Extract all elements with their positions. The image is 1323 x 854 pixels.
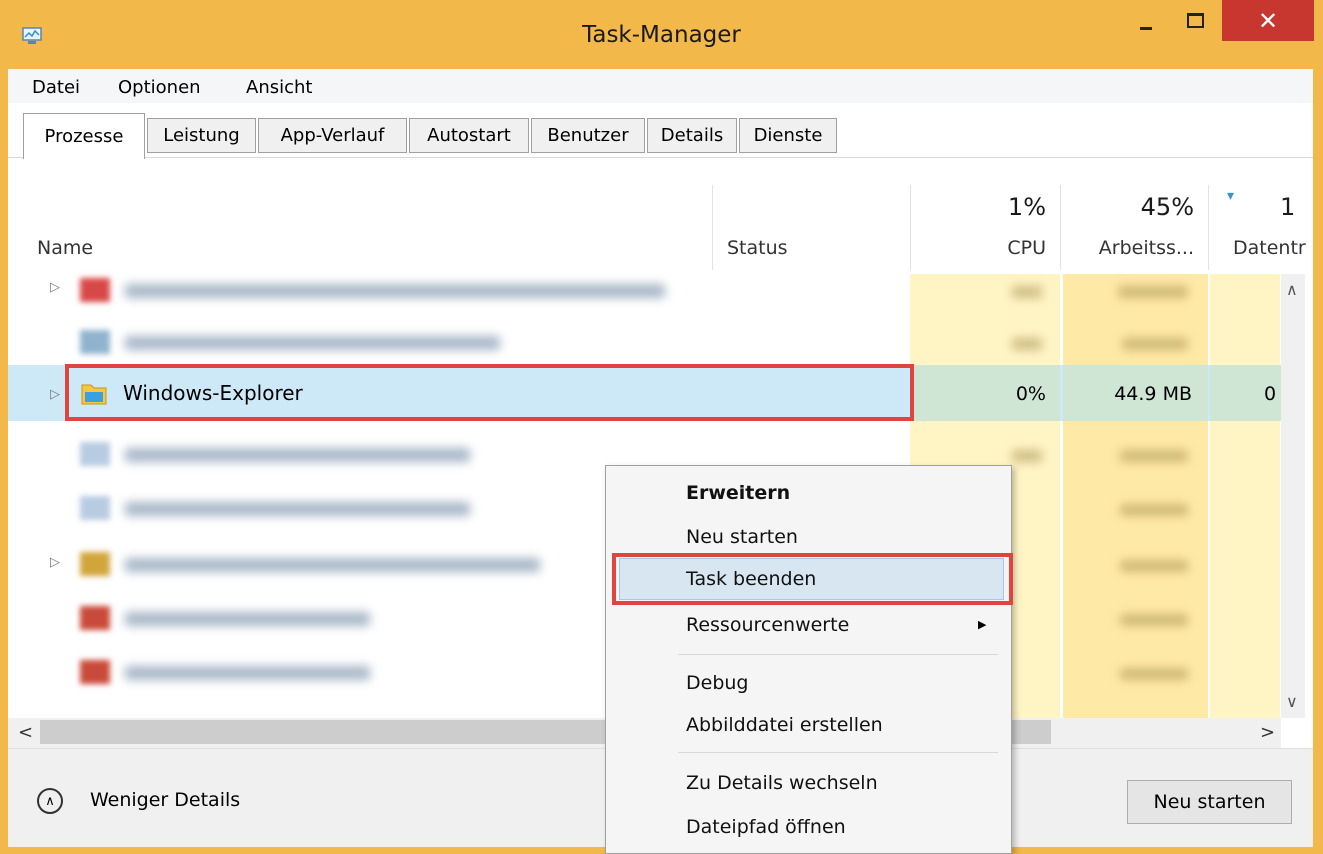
tab-autostart[interactable]: Autostart <box>409 118 529 153</box>
highlight-box <box>65 364 914 421</box>
memory-redacted <box>1120 504 1188 516</box>
process-name-redacted <box>125 558 540 572</box>
memory-redacted <box>1120 560 1188 572</box>
cpu-redacted <box>1012 338 1042 350</box>
collapse-up-icon[interactable]: ∧ <box>37 788 63 814</box>
expand-arrow-icon[interactable]: ▷ <box>50 387 60 402</box>
process-icon <box>80 278 110 302</box>
scroll-right-icon[interactable]: > <box>1260 722 1275 743</box>
menu-bar: Datei Optionen Ansicht <box>8 69 1313 103</box>
tab-app-verlauf[interactable]: App-Verlauf <box>258 118 407 153</box>
minimize-button[interactable] <box>1123 0 1169 41</box>
expand-arrow-icon[interactable]: ▷ <box>50 555 60 570</box>
menu-item-ressourcenwerte[interactable]: Ressourcenwerte <box>686 614 849 636</box>
cpu-total-percent: 1% <box>1007 193 1046 221</box>
process-memory: 44.9 MB <box>1114 383 1192 405</box>
tab-benutzer[interactable]: Benutzer <box>531 118 645 153</box>
scroll-left-icon[interactable]: < <box>18 722 33 743</box>
process-icon <box>80 660 110 684</box>
context-menu: Erweitern Neu starten Task beenden Resso… <box>605 465 1012 854</box>
menu-datei[interactable]: Datei <box>32 77 80 98</box>
menu-item-debug[interactable]: Debug <box>686 672 748 694</box>
menu-item-dateipfad-oeffnen[interactable]: Dateipfad öffnen <box>686 816 846 838</box>
process-icon <box>80 606 110 630</box>
maximize-button[interactable] <box>1172 0 1218 41</box>
tab-dienste[interactable]: Dienste <box>739 118 837 153</box>
close-button[interactable]: ✕ <box>1222 0 1314 41</box>
menu-item-neu-starten[interactable]: Neu starten <box>686 526 798 548</box>
column-header-memory[interactable]: Arbeitss... <box>1090 237 1194 259</box>
column-separator <box>910 185 911 270</box>
menu-item-zu-details-wechseln[interactable]: Zu Details wechseln <box>686 772 878 794</box>
close-icon: ✕ <box>1257 6 1279 35</box>
vertical-scrollbar[interactable] <box>1281 274 1305 718</box>
tab-bar: Prozesse Leistung App-Verlauf Autostart … <box>8 103 1313 159</box>
process-name-redacted <box>125 612 370 626</box>
menu-item-abbilddatei-erstellen[interactable]: Abbilddatei erstellen <box>686 714 883 736</box>
column-separator <box>1208 185 1209 270</box>
memory-total-percent: 45% <box>1140 193 1194 221</box>
cpu-redacted <box>1012 450 1042 462</box>
tab-details[interactable]: Details <box>647 118 737 153</box>
process-name-redacted <box>125 502 470 516</box>
menu-separator <box>678 654 998 655</box>
process-icon <box>80 330 110 354</box>
expand-arrow-icon[interactable]: ▷ <box>50 280 60 295</box>
memory-redacted <box>1120 614 1188 626</box>
process-name-redacted <box>125 666 370 680</box>
scroll-up-icon[interactable]: ∧ <box>1286 280 1298 299</box>
task-manager-window: Task-Manager ✕ Datei Optionen Ansicht Pr… <box>0 0 1323 854</box>
tab-leistung[interactable]: Leistung <box>147 118 256 153</box>
column-header-name[interactable]: Name <box>37 237 93 259</box>
column-header-cpu[interactable]: CPU <box>960 237 1046 259</box>
menu-item-erweitern[interactable]: Erweitern <box>686 482 790 504</box>
menu-optionen[interactable]: Optionen <box>118 77 201 98</box>
title-bar[interactable]: Task-Manager ✕ <box>0 0 1323 69</box>
column-separator <box>712 185 713 270</box>
fewer-details-link[interactable]: Weniger Details <box>90 789 240 811</box>
process-icon <box>80 496 110 520</box>
disk-total-percent: 1 <box>1280 193 1296 221</box>
submenu-arrow-icon: ▶ <box>978 618 987 631</box>
memory-redacted <box>1120 450 1188 462</box>
tab-prozesse[interactable]: Prozesse <box>23 113 145 159</box>
column-header-status[interactable]: Status <box>727 237 788 259</box>
sort-arrow-icon: ▾ <box>1227 188 1235 204</box>
restart-button[interactable]: Neu starten <box>1127 780 1292 824</box>
maximize-icon <box>1186 13 1204 28</box>
process-name-redacted <box>125 336 500 350</box>
column-header-disk[interactable]: Datentr <box>1233 237 1313 259</box>
cpu-redacted <box>1012 286 1042 298</box>
menu-ansicht[interactable]: Ansicht <box>246 77 312 98</box>
process-icon <box>80 552 110 576</box>
disk-column-heat <box>1210 274 1280 719</box>
process-disk: 0 <box>1264 383 1277 405</box>
process-icon <box>80 442 110 466</box>
memory-redacted <box>1118 286 1188 298</box>
process-name-redacted <box>125 284 665 298</box>
menu-separator <box>678 752 998 753</box>
process-name-redacted <box>125 448 470 462</box>
process-cpu: 0% <box>1015 383 1046 405</box>
scroll-down-icon[interactable]: ∨ <box>1286 692 1298 711</box>
minimize-icon <box>1140 27 1152 30</box>
column-separator <box>1060 185 1061 270</box>
highlight-box <box>612 553 1013 605</box>
memory-redacted <box>1120 668 1188 680</box>
memory-redacted <box>1122 338 1188 350</box>
